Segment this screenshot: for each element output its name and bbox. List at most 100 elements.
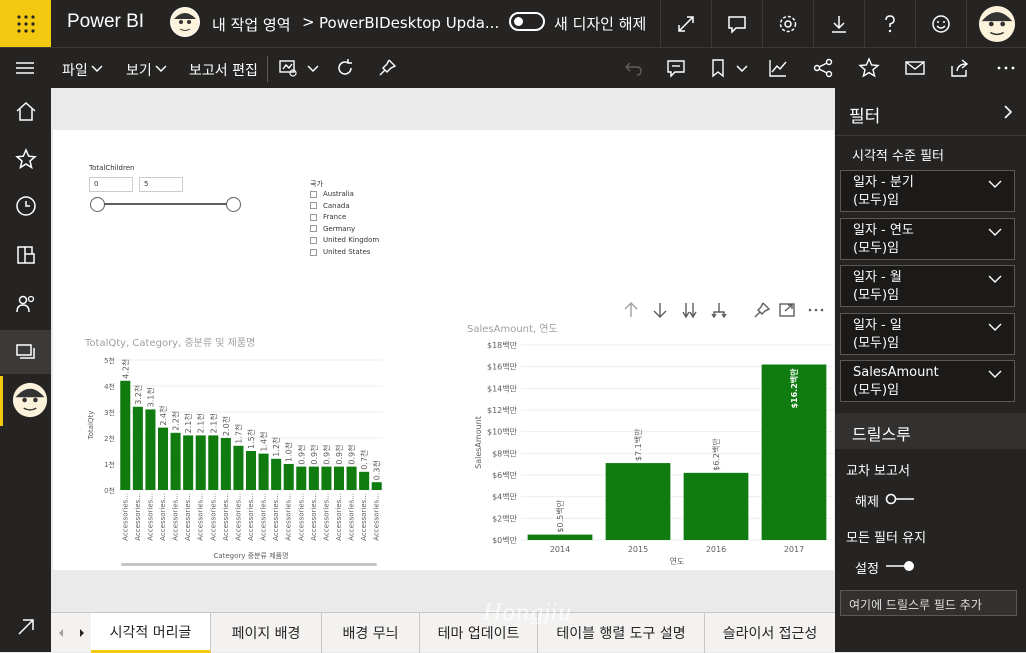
home-icon[interactable] [14, 100, 38, 124]
file-menu[interactable]: 파일 [62, 60, 88, 80]
cross-report-toggle[interactable] [885, 493, 915, 505]
chevron-down-icon[interactable] [735, 61, 749, 75]
workspace-avatar[interactable] [170, 7, 200, 37]
slicer-max-input[interactable]: 5 [139, 177, 183, 192]
mail-icon[interactable] [904, 57, 926, 79]
tab-scroll-right-icon[interactable] [77, 627, 87, 639]
bar [245, 451, 257, 490]
country-option[interactable]: United Kingdom [310, 236, 379, 244]
tab-visual-header[interactable]: 시각적 머리글 [91, 613, 211, 653]
keep-all-filters-toggle[interactable] [885, 560, 915, 572]
chevron-down-icon[interactable] [988, 369, 1002, 379]
app-launcher-button[interactable] [0, 0, 51, 47]
country-option[interactable]: France [310, 213, 346, 221]
expand-hierarchy-icon [711, 303, 727, 319]
chevron-down-icon[interactable] [988, 227, 1002, 237]
filter-card-value: (모두)임 [853, 193, 900, 208]
star-icon[interactable] [858, 57, 880, 79]
more-options-icon[interactable] [995, 57, 1017, 79]
comments-button[interactable] [711, 0, 762, 47]
filter-card[interactable]: 일자 - 일 (모두)임 [840, 312, 1015, 355]
analyze-icon[interactable] [767, 57, 789, 79]
workspaces-nav-item[interactable] [0, 330, 51, 374]
edit-report-button[interactable]: 보고서 편집 [189, 60, 258, 80]
chevron-down-icon[interactable] [988, 274, 1002, 284]
chevron-down-icon[interactable] [988, 179, 1002, 189]
chevron-down-icon[interactable] [306, 61, 320, 75]
country-option[interactable]: Germany [310, 225, 355, 233]
chart-salesamount[interactable]: SalesAmount, 연도 $0백만 $2백만 $4백만 $6백만 $8백만 $10백만… [463, 318, 835, 570]
x-tick-label: Accessories... [172, 493, 180, 541]
bar [120, 380, 131, 490]
report-breadcrumb[interactable]: PowerBIDesktop Upda... [319, 14, 499, 32]
chevron-down-icon[interactable] [988, 322, 1002, 332]
checkbox[interactable] [310, 213, 317, 221]
visual-more-options-icon [808, 308, 824, 312]
refresh-icon[interactable] [334, 57, 356, 79]
account-button[interactable] [966, 0, 1026, 47]
x-tick-label: Accessories... [297, 493, 305, 541]
x-tick-label: Accessories... [247, 493, 255, 541]
bar [170, 432, 181, 490]
recent-clock-icon[interactable] [14, 194, 38, 218]
data-label: 1.5천 [246, 429, 256, 449]
view-menu[interactable]: 보기 [126, 60, 152, 80]
checkbox[interactable] [310, 190, 317, 198]
favorites-star-icon[interactable] [14, 147, 38, 171]
settings-button[interactable] [762, 0, 813, 47]
feedback-button[interactable] [915, 0, 966, 47]
apps-icon[interactable] [14, 243, 38, 267]
data-label: 2.4천 [158, 406, 168, 426]
checkbox[interactable] [310, 248, 317, 256]
drillthrough-add-field-well[interactable]: 여기에 드릴스루 필드 추가 [840, 590, 1017, 616]
hamburger-icon[interactable] [14, 57, 36, 79]
share-icon[interactable] [812, 57, 834, 79]
tab-theme-update[interactable]: 테마 업데이트 [420, 613, 538, 653]
app-title[interactable]: Power BI [67, 11, 144, 33]
bookmark-icon[interactable] [707, 57, 729, 79]
y-tick-label: 1천 [104, 460, 115, 469]
user-avatar-icon [978, 5, 1015, 42]
chart-totalqty[interactable]: TotalQty, Category, 중분류 및 제품명 0천 1천 2천 3천 4천 5… [81, 332, 393, 572]
collapse-filters-icon[interactable] [1001, 104, 1015, 120]
tab-table-matrix-tooltip[interactable]: 테이블 행렬 도구 설명 [538, 613, 705, 653]
undo-icon[interactable] [623, 57, 645, 79]
tab-page-background[interactable]: 페이지 배경 [211, 613, 322, 653]
gear-icon [779, 15, 797, 32]
help-button[interactable] [864, 0, 915, 47]
filter-card[interactable]: 일자 - 분기 (모두)임 [840, 170, 1015, 212]
filter-card[interactable]: 일자 - 연도 (모두)임 [840, 217, 1015, 260]
insights-icon[interactable] [277, 57, 299, 79]
country-option-label: France [323, 213, 347, 222]
country-option[interactable]: Canada [310, 202, 350, 210]
y-tick-label: 0천 [104, 486, 115, 495]
fullscreen-button[interactable] [660, 0, 711, 47]
checkbox[interactable] [310, 202, 317, 210]
download-button[interactable] [813, 0, 864, 47]
tab-slicer-accessibility[interactable]: 슬라이서 접근성 [705, 613, 835, 653]
filter-card[interactable]: 일자 - 월 (모두)임 [840, 265, 1015, 307]
slicer-country-title: 국가 [310, 180, 323, 188]
data-label: 3.2천 [133, 385, 143, 405]
shared-with-me-icon[interactable] [14, 292, 38, 316]
slicer-min-handle[interactable] [90, 197, 105, 212]
y-tick-label: 4천 [104, 382, 115, 391]
tab-background-pattern[interactable]: 배경 무늬 [322, 613, 420, 653]
country-option[interactable]: United States [310, 248, 370, 256]
tab-scroll-left-icon[interactable] [56, 627, 66, 639]
export-icon[interactable] [949, 57, 971, 79]
expand-arrow-icon[interactable] [14, 615, 38, 639]
comment-icon[interactable] [665, 57, 687, 79]
pin-icon[interactable] [376, 57, 398, 79]
new-design-toggle[interactable] [509, 12, 545, 31]
checkbox[interactable] [310, 236, 317, 244]
slicer-max-handle[interactable] [226, 197, 241, 212]
workspace-breadcrumb[interactable]: 내 작업 영역 [212, 14, 291, 35]
data-label: 2.1천 [183, 413, 193, 433]
filter-card[interactable]: SalesAmount (모두)임 [840, 360, 1015, 402]
checkbox[interactable] [310, 225, 317, 233]
filter-card-field: 일자 - 분기 [853, 175, 914, 190]
slicer-min-input[interactable]: 0 [89, 177, 133, 192]
my-workspace-nav-item[interactable] [0, 376, 51, 426]
country-option[interactable]: Australia [310, 190, 354, 198]
